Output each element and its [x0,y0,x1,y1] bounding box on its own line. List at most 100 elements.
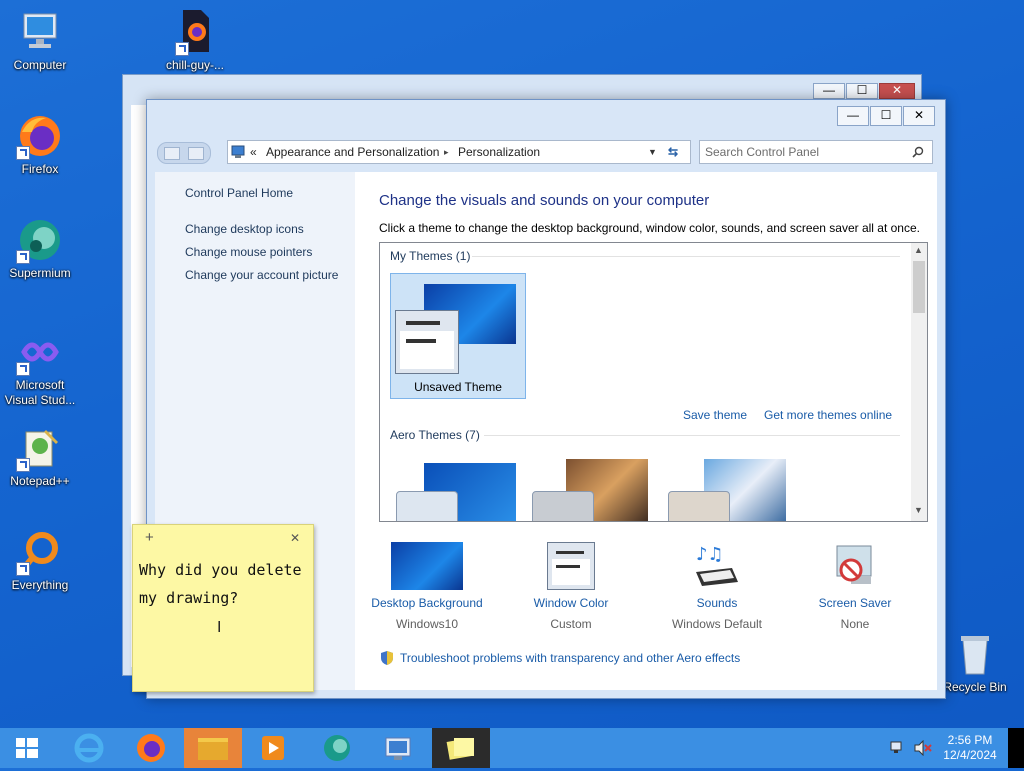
forward-arrow-icon[interactable] [188,147,204,160]
breadcrumb-personalization[interactable]: Personalization [458,141,540,163]
change-mouse-pointers-link[interactable]: Change mouse pointers [185,245,312,259]
group-divider [484,435,900,436]
desktop-icon-notepadpp[interactable]: Notepad++ [0,424,80,489]
media-player-icon[interactable] [246,728,300,768]
notepadpp-icon [16,424,64,472]
address-bar[interactable]: « Appearance and Personalization ▸ Perso… [227,140,691,164]
desktop-background-icon [391,542,463,590]
close-note-button[interactable]: ✕ [290,531,300,545]
scroll-down-icon[interactable]: ▼ [914,505,923,515]
desktop-icon-label: Firefox [21,162,59,176]
theme-list[interactable]: My Themes (1) Unsaved Theme Save theme G… [379,242,928,522]
desktop-icon-label: chill-guy-... [165,58,224,72]
back-forward-buttons[interactable] [157,142,211,164]
desktop-background-value: Windows10 [395,617,459,631]
add-note-button[interactable]: + [145,529,154,546]
back-arrow-icon[interactable] [164,147,180,160]
control-panel-taskbar-icon[interactable] [372,728,426,768]
desktop-icon-supermium[interactable]: Supermium [0,216,80,281]
clock-time: 2:56 PM [947,733,993,747]
sticky-notes-taskbar-icon[interactable] [432,728,490,768]
desktop-icon-firefox[interactable]: Firefox [0,112,80,177]
back-minimize-button[interactable]: — [813,83,845,99]
theme-window-preview [395,310,459,374]
aero-theme-window-preview [668,491,730,521]
search-input[interactable]: Search Control Panel [699,140,933,164]
maximize-button[interactable]: ☐ [870,106,902,126]
window-color-value: Custom [550,617,592,631]
desktop-icon-label: Supermium [9,266,71,280]
sounds-title[interactable]: Sounds [652,596,782,610]
computer-icon [16,8,64,56]
group-divider [472,256,900,257]
visual-studio-icon [16,328,64,376]
network-icon[interactable] [890,740,906,756]
screen-saver-icon [831,542,879,590]
control-panel-home-link[interactable]: Control Panel Home [185,186,293,200]
text-cursor-icon: I [217,619,222,636]
window-color-setting[interactable]: Window Color Custom [506,542,636,631]
get-more-themes-link[interactable]: Get more themes online [764,408,892,422]
refresh-icon[interactable]: ⇆ [668,141,678,163]
desktop-background-title[interactable]: Desktop Background [362,596,492,610]
sounds-icon: ♪♫ [692,542,742,590]
change-desktop-icons-link[interactable]: Change desktop icons [185,222,304,236]
shield-icon [379,650,395,666]
unsaved-theme-tile[interactable]: Unsaved Theme [390,273,526,399]
desktop-icon-computer[interactable]: Computer [0,8,80,73]
window-color-icon [547,542,595,590]
internet-explorer-icon[interactable] [62,728,116,768]
window-color-title[interactable]: Window Color [506,596,636,610]
sticky-text-line-1[interactable]: Why did you delete [139,561,302,579]
troubleshoot-link[interactable]: Troubleshoot problems with transparency … [400,651,740,665]
desktop-icon-visual-studio[interactable]: Microsoft Visual Stud... [0,328,80,408]
theme-list-scrollbar[interactable]: ▲ ▼ [911,243,927,521]
breadcrumb-separator[interactable]: ▸ [444,141,449,163]
change-account-picture-link[interactable]: Change your account picture [185,268,338,282]
desktop-icon-label: Microsoft Visual Stud... [4,378,76,407]
page-title: Change the visuals and sounds on your co… [379,192,710,209]
show-desktop-button[interactable] [1008,728,1024,768]
html-file-icon [171,8,219,56]
close-button[interactable]: ✕ [903,106,935,126]
scroll-up-icon[interactable]: ▲ [914,245,923,255]
sticky-text-line-2[interactable]: my drawing? [139,589,238,607]
back-maximize-button[interactable]: ☐ [846,83,878,99]
volume-muted-icon[interactable] [914,739,932,757]
screen-saver-setting[interactable]: Screen Saver None [790,542,920,631]
aero-theme-window-preview [532,491,594,521]
sounds-setting[interactable]: ♪♫ Sounds Windows Default [652,542,782,631]
desktop-icon-label: Recycle Bin [943,680,1007,694]
breadcrumb-overflow[interactable]: « [250,141,257,163]
scrollbar-thumb[interactable] [913,261,925,313]
taskbar: 2:56 PM 12/4/2024 [0,728,1024,768]
control-panel-icon [231,144,245,158]
desktop-icon-label: Everything [11,578,69,592]
supermium-taskbar-icon[interactable] [310,728,364,768]
clock-date: 12/4/2024 [943,748,997,762]
desktop-icon-everything[interactable]: Everything [0,528,80,593]
navigation-bar: « Appearance and Personalization ▸ Perso… [155,138,937,166]
desktop-icon-label: Notepad++ [10,474,70,488]
sounds-value: Windows Default [671,617,763,631]
back-close-button[interactable]: ✕ [879,83,915,99]
page-subtitle: Click a theme to change the desktop back… [379,221,920,235]
minimize-button[interactable]: — [837,106,869,126]
clock[interactable]: 2:56 PM 12/4/2024 [940,733,1000,763]
desktop-icon-recycle-bin[interactable]: Recycle Bin [935,630,1015,695]
desktop-background-setting[interactable]: Desktop Background Windows10 [362,542,492,631]
svg-text:♪♫: ♪♫ [696,544,724,565]
address-dropdown-icon[interactable]: ▼ [648,141,657,163]
search-icon[interactable] [912,141,924,165]
start-button[interactable] [0,728,54,768]
screen-saver-title[interactable]: Screen Saver [790,596,920,610]
file-explorer-icon[interactable] [184,728,242,768]
desktop-icon-chill-guy[interactable]: chill-guy-... [155,8,235,73]
aero-theme-window-preview [396,491,458,521]
breadcrumb-appearance[interactable]: Appearance and Personalization [266,141,439,163]
save-theme-link[interactable]: Save theme [683,408,747,422]
supermium-icon [16,216,64,264]
sticky-note[interactable]: + ✕ Why did you delete my drawing? I [132,524,314,692]
firefox-taskbar-icon[interactable] [124,728,178,768]
search-placeholder: Search Control Panel [705,145,820,159]
